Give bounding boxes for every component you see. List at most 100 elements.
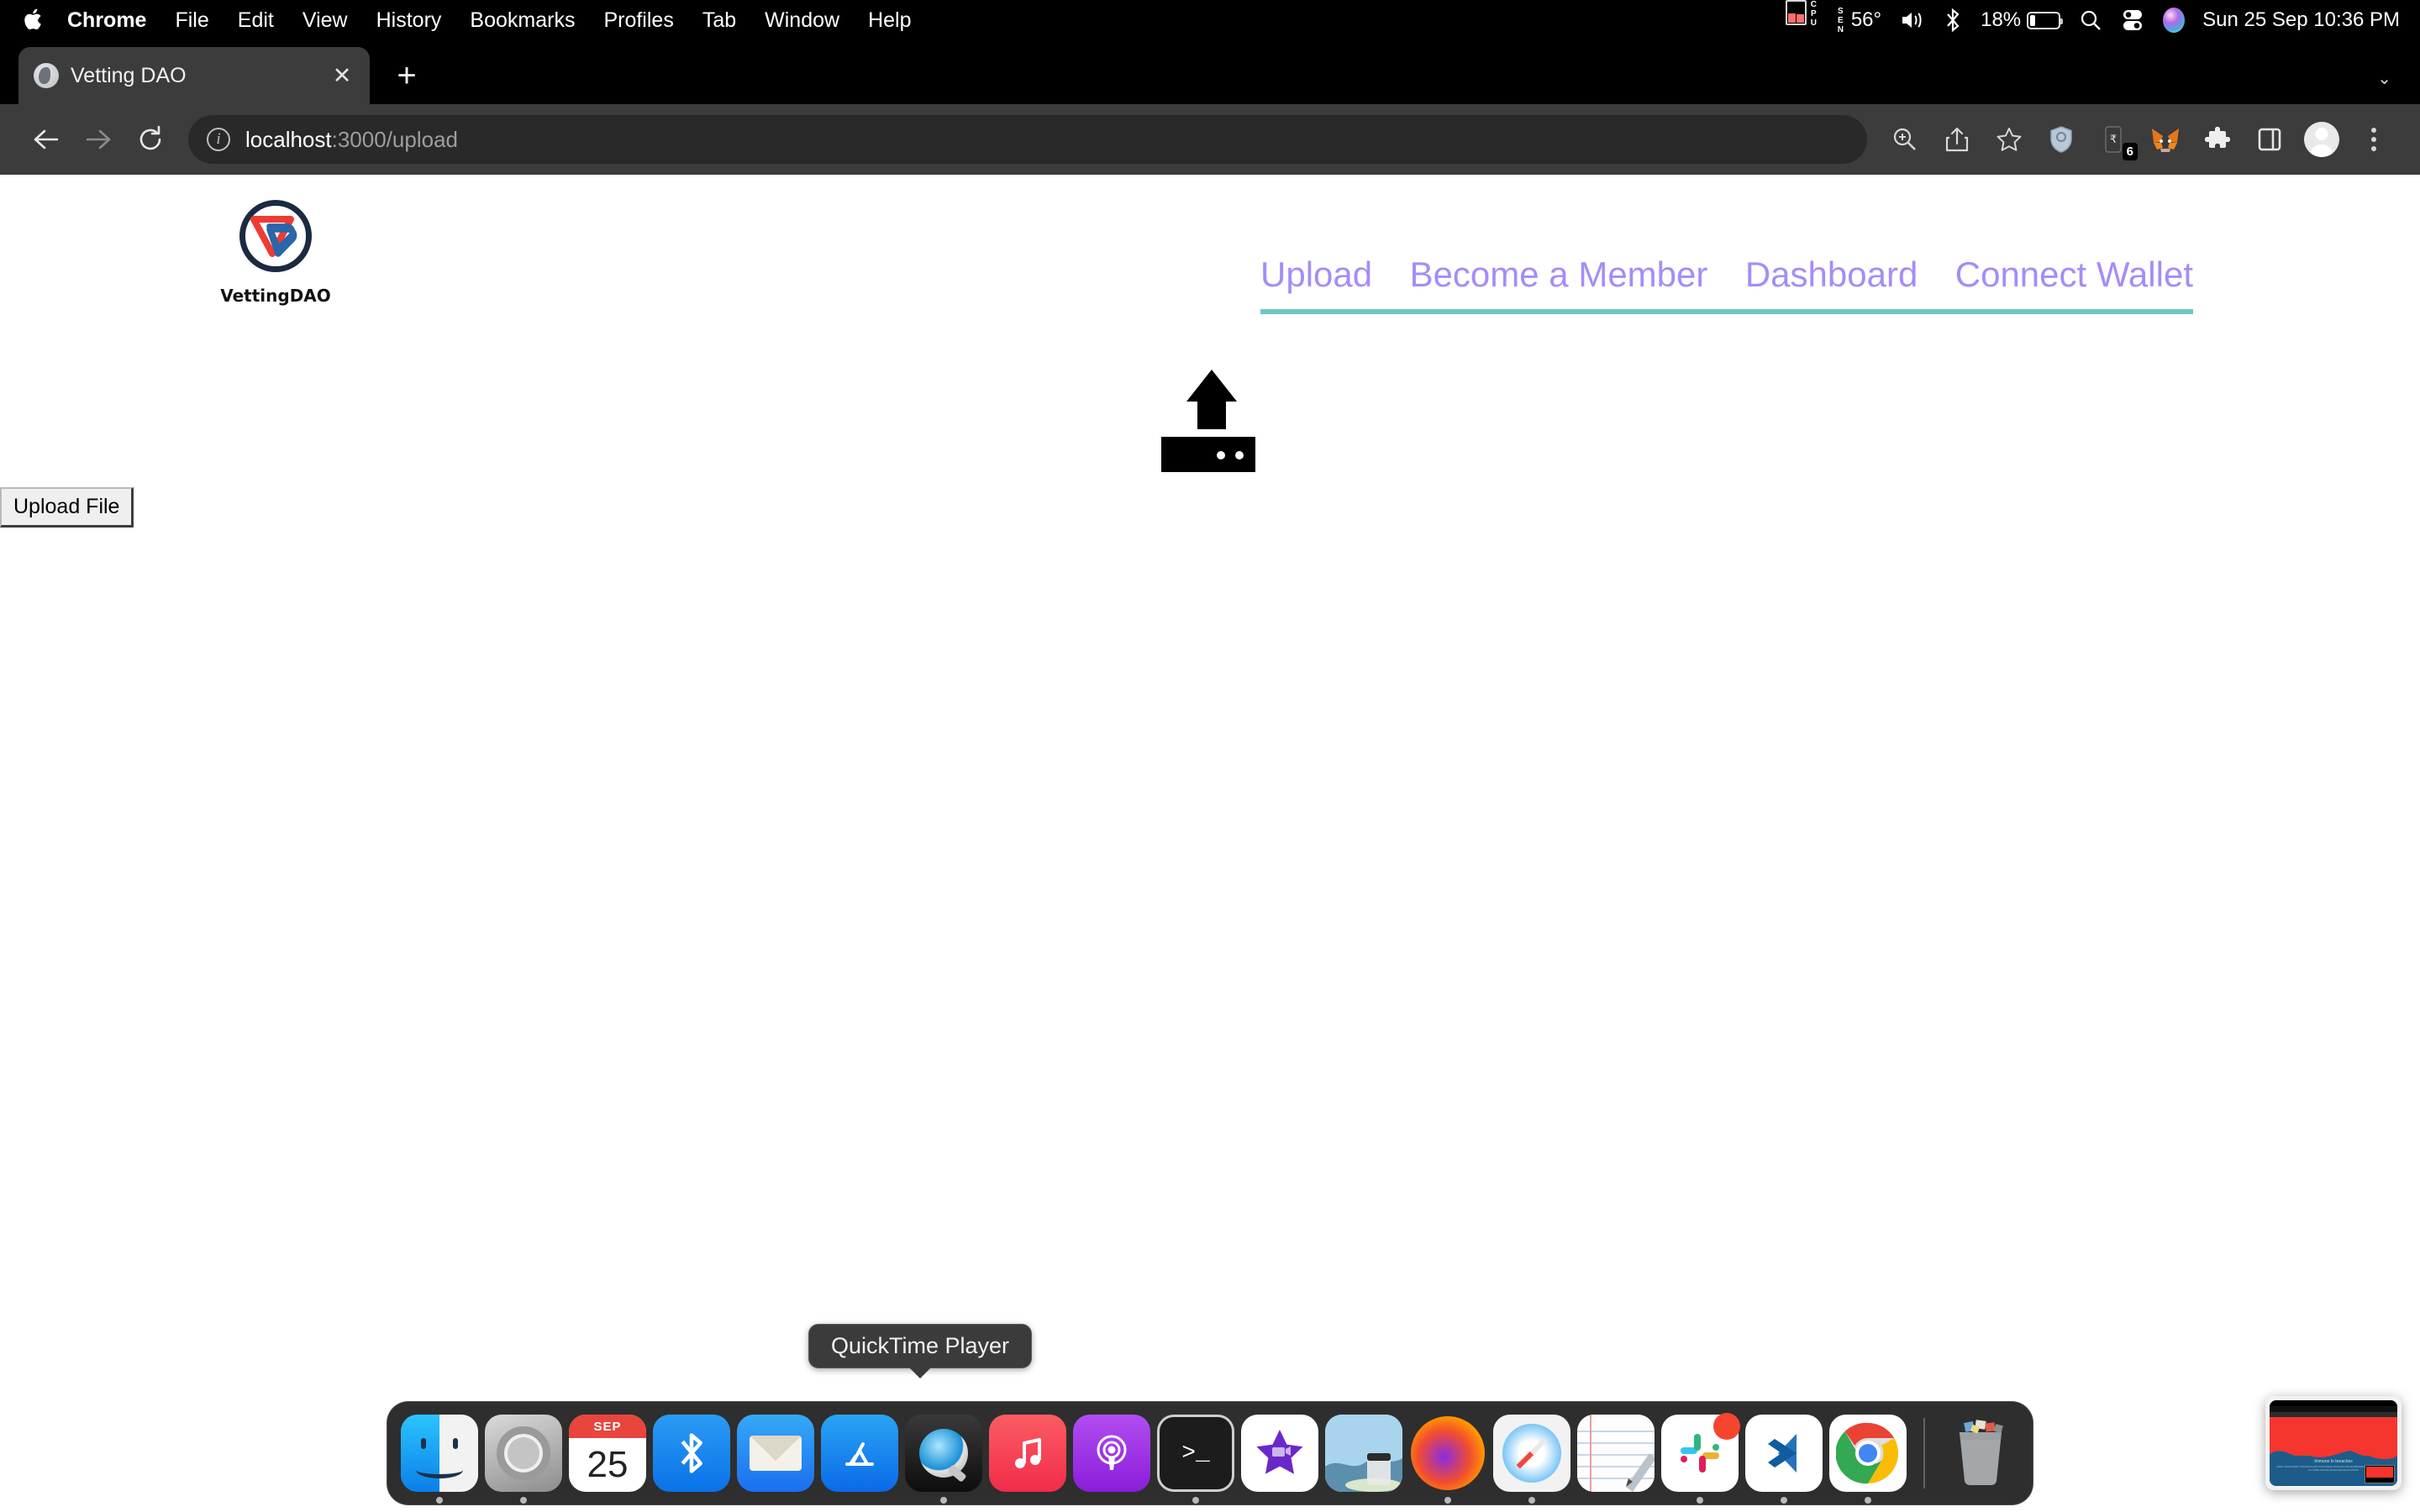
cpu-monitor-icon[interactable]: CPU — [1776, 0, 1827, 40]
menu-item-help[interactable]: Help — [854, 0, 925, 40]
battery-percent: 18% — [1981, 8, 2022, 31]
dock-item-finder[interactable] — [401, 1415, 478, 1504]
vettingdao-logo-icon — [239, 200, 312, 272]
running-indicator — [1781, 1497, 1787, 1504]
svg-text:₹: ₹ — [2110, 134, 2117, 146]
upload-arrow-icon[interactable] — [1161, 370, 1255, 472]
new-tab-button[interactable]: + — [383, 52, 430, 99]
url-path: :3000/upload — [331, 126, 458, 152]
siri-icon[interactable] — [2154, 0, 2194, 40]
dock-tooltip: QuickTime Player — [808, 1324, 1033, 1368]
nav-link-dashboard[interactable]: Dashboard — [1745, 255, 1918, 295]
side-panel-icon[interactable] — [2244, 113, 2296, 165]
metamask-extension-icon[interactable] — [2139, 113, 2191, 165]
dock-item-bluetooth[interactable] — [653, 1415, 730, 1492]
globe-favicon-icon — [34, 63, 59, 88]
dock-item-podcasts[interactable] — [1073, 1415, 1150, 1492]
back-button[interactable] — [20, 113, 72, 165]
bluetooth-icon[interactable] — [1934, 0, 1971, 40]
running-indicator — [940, 1497, 947, 1504]
extensions-puzzle-icon[interactable] — [2191, 113, 2244, 165]
menu-bar-app-menus: Chrome File Edit View History Bookmarks … — [0, 0, 925, 40]
forward-button[interactable] — [72, 113, 124, 165]
running-indicator — [1528, 1497, 1535, 1504]
nav-link-become-a-member[interactable]: Become a Member — [1410, 255, 1708, 295]
battery-icon — [2027, 11, 2064, 29]
menu-bar-status-items: CPU SEN 56° 18% Sun 25 Sep 10:36 PM — [1776, 0, 2420, 40]
dock-item-firefox[interactable] — [1409, 1415, 1486, 1504]
address-bar[interactable]: i localhost:3000/upload — [188, 115, 1867, 164]
menu-item-bookmarks[interactable]: Bookmarks — [455, 0, 589, 40]
apple-logo-icon[interactable] — [22, 7, 45, 32]
tray-dot-2 — [1235, 451, 1244, 459]
dock-item-imovie[interactable] — [1241, 1415, 1318, 1492]
nav-link-connect-wallet[interactable]: Connect Wallet — [1955, 255, 2193, 295]
kebab-dots — [2371, 128, 2376, 151]
battery-fill — [2030, 14, 2035, 26]
menu-item-tab[interactable]: Tab — [688, 0, 750, 40]
dock-item-system-settings[interactable] — [485, 1415, 562, 1504]
dock-item-vscode[interactable] — [1745, 1415, 1823, 1504]
running-indicator — [1865, 1497, 1871, 1504]
macos-dock: SEP 25 >_ — [387, 1401, 2033, 1505]
close-tab-icon[interactable]: ✕ — [329, 63, 355, 89]
dock-item-chrome[interactable] — [1829, 1415, 1907, 1504]
preview-menu-bar — [2270, 1400, 2397, 1406]
site-brand[interactable]: VettingDAO — [208, 200, 343, 306]
zoom-icon[interactable] — [1879, 113, 1931, 165]
speaker-icon[interactable] — [1891, 0, 1934, 40]
site-info-icon[interactable]: i — [207, 128, 230, 151]
recording-preview-frame: Immune to breaches MADE USING SMART CONT… — [2270, 1400, 2397, 1486]
wallet-extension-icon[interactable]: ₹ 6 — [2087, 113, 2139, 165]
siri-orb — [2163, 8, 2186, 33]
dock-item-app-store[interactable] — [821, 1415, 898, 1492]
dock-item-notes[interactable] — [1577, 1415, 1655, 1492]
menu-item-edit[interactable]: Edit — [224, 0, 288, 40]
preview-pip-fill — [2366, 1467, 2393, 1478]
menu-item-history[interactable]: History — [362, 0, 456, 40]
dock-item-calendar[interactable]: SEP 25 — [569, 1415, 646, 1492]
dock-item-mail[interactable] — [737, 1415, 814, 1492]
dock-divider — [1923, 1418, 1925, 1488]
dock-item-terminal[interactable]: >_ — [1157, 1415, 1234, 1504]
share-icon[interactable] — [1931, 113, 1983, 165]
preview-pip — [2365, 1465, 2395, 1483]
chrome-toolbar: i localhost:3000/upload ₹ 6 — [0, 104, 2420, 175]
bookmark-star-icon[interactable] — [1983, 113, 2035, 165]
shield-extension-icon[interactable] — [2035, 113, 2087, 165]
battery-status[interactable]: 18% — [1971, 0, 2070, 40]
menu-item-view[interactable]: View — [288, 0, 362, 40]
dock-item-preview[interactable] — [1325, 1415, 1402, 1492]
temperature-value: 56° — [1850, 8, 1882, 31]
menu-item-window[interactable]: Window — [750, 0, 854, 40]
sensor-temperature-widget[interactable]: SEN 56° — [1827, 0, 1891, 40]
spotlight-search-icon[interactable] — [2070, 0, 2112, 40]
dock-item-music[interactable] — [989, 1415, 1066, 1492]
preview-tab-bar — [2270, 1406, 2397, 1412]
chrome-menu-icon[interactable] — [2348, 113, 2400, 165]
macos-menu-bar: Chrome File Edit View History Bookmarks … — [0, 0, 2420, 40]
dock-item-slack[interactable] — [1661, 1413, 1740, 1504]
menu-item-profiles[interactable]: Profiles — [589, 0, 687, 40]
tab-title: Vetting DAO — [71, 63, 187, 87]
cpu-bars — [1785, 0, 1807, 25]
dock-item-quicktime-player[interactable] — [905, 1415, 982, 1504]
upload-file-button[interactable]: Upload File — [0, 487, 134, 528]
cpu-label: CPU — [1808, 0, 1818, 28]
upload-arrow-head — [1186, 370, 1237, 402]
preview-page-body: Immune to breaches MADE USING SMART CONT… — [2270, 1417, 2397, 1486]
dock-item-safari[interactable] — [1493, 1415, 1570, 1504]
browser-tab-vetting-dao[interactable]: Vetting DAO ✕ — [18, 47, 370, 104]
menu-item-chrome[interactable]: Chrome — [67, 0, 160, 40]
screen-recording-preview[interactable]: Immune to breaches MADE USING SMART CONT… — [2265, 1396, 2402, 1490]
running-indicator — [1444, 1497, 1451, 1504]
profile-avatar-icon[interactable] — [2296, 113, 2348, 165]
control-center-icon[interactable] — [2112, 0, 2154, 40]
nav-link-upload[interactable]: Upload — [1260, 255, 1372, 295]
dock-item-trash[interactable] — [1942, 1415, 2019, 1492]
preview-headline: Immune to breaches — [2314, 1459, 2353, 1464]
reload-button[interactable] — [124, 113, 176, 165]
menu-bar-clock[interactable]: Sun 25 Sep 10:36 PM — [2194, 8, 2400, 32]
menu-item-file[interactable]: File — [160, 0, 223, 40]
chevron-down-icon[interactable]: ⌄ — [2377, 68, 2391, 89]
